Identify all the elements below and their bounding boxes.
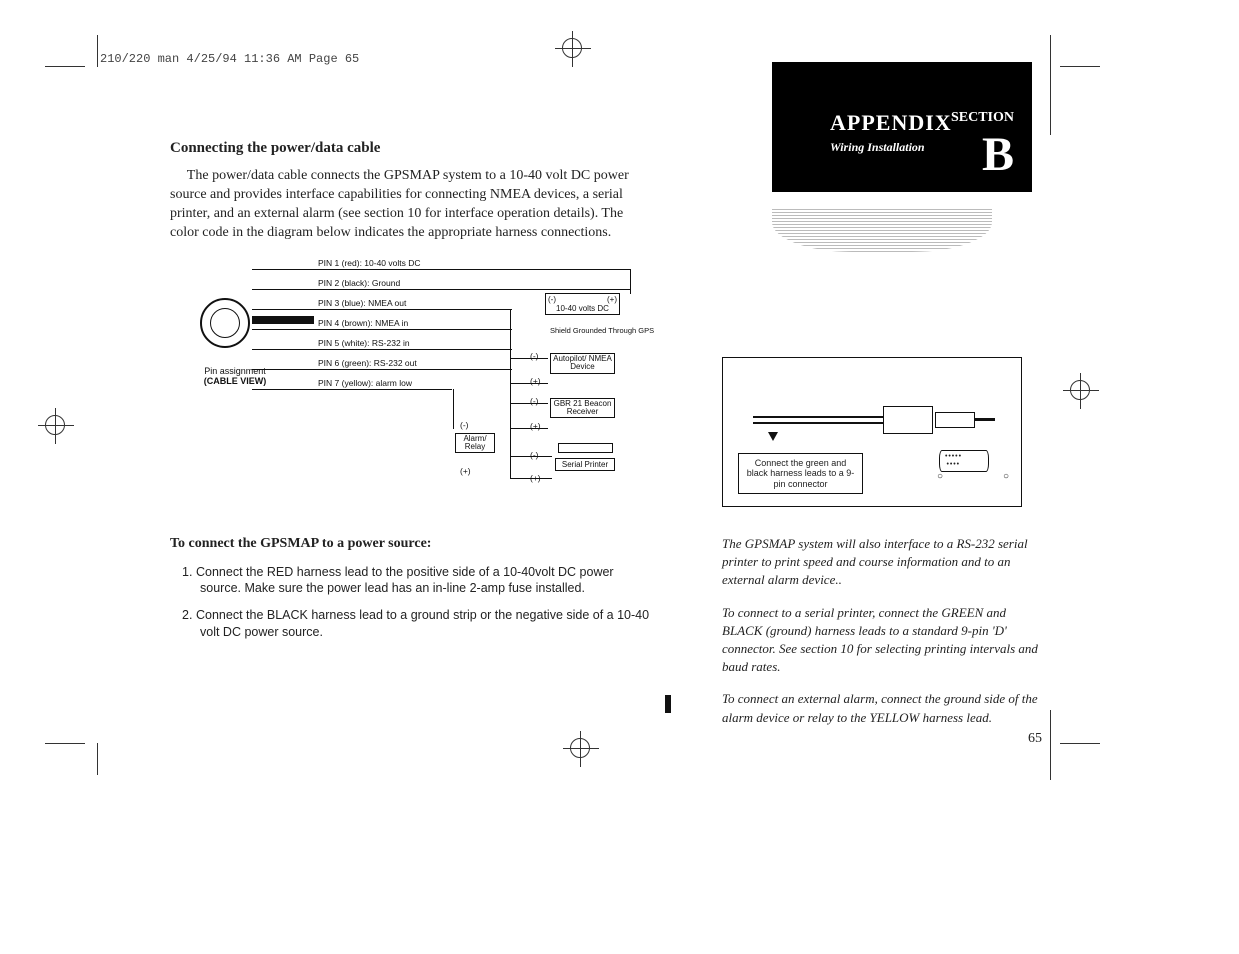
crop-mark <box>1050 710 1051 780</box>
crop-mark <box>1060 743 1100 744</box>
pin-1-label: PIN 1 (red): 10-40 volts DC <box>318 258 421 268</box>
polarity-plus: (+) <box>530 376 541 386</box>
section-letter: B <box>982 127 1014 182</box>
section-label: SECTION <box>951 110 1014 126</box>
right-body-text: The GPSMAP system will also interface to… <box>722 535 1042 727</box>
serial-printer-box: Serial Printer <box>555 458 615 471</box>
appendix-title: APPENDIX <box>830 110 952 136</box>
gutter-mark-icon <box>665 695 671 713</box>
right-paragraph: To connect to a serial printer, connect … <box>722 604 1042 677</box>
step-item: 2.Connect the BLACK harness lead to a gr… <box>200 607 650 641</box>
step-text: Connect the BLACK harness lead to a grou… <box>196 608 649 639</box>
db9-connector-icon: ○ ○ <box>937 460 1009 492</box>
autopilot-box: Autopilot/ NMEA Device <box>550 353 615 375</box>
pin-4-label: PIN 4 (brown): NMEA in <box>318 318 408 328</box>
connect-subheading: To connect the GPSMAP to a power source: <box>170 536 650 552</box>
cable-trunk <box>252 316 314 324</box>
section-heading: Connecting the power/data cable <box>170 140 650 157</box>
registration-mark-icon <box>1070 380 1090 400</box>
crop-mark <box>97 35 98 67</box>
cable-illustration <box>753 398 991 438</box>
polarity-minus: (-) <box>530 450 539 460</box>
step-item: 1.Connect the RED harness lead to the po… <box>200 564 650 598</box>
pin-5-label: PIN 5 (white): RS-232 in <box>318 338 410 348</box>
doc-header-info: 210/220 man 4/25/94 11:36 AM Page 65 <box>100 52 359 66</box>
appendix-subtitle: Wiring Installation <box>830 140 925 155</box>
page-number: 65 <box>1028 729 1042 749</box>
intro-paragraph: The power/data cable connects the GPSMAP… <box>170 167 650 243</box>
connector-icon <box>200 298 250 348</box>
printer-top-icon <box>558 443 613 453</box>
shield-note: Shield Grounded Through GPS <box>550 326 620 335</box>
right-paragraph: To connect an external alarm, connect th… <box>722 690 1042 726</box>
pin-2-label: PIN 2 (black): Ground <box>318 278 400 288</box>
right-column: APPENDIX Wiring Installation SECTION B C… <box>722 62 1042 741</box>
crop-mark <box>1060 66 1100 67</box>
connector-instruction-label: Connect the green and black harness lead… <box>738 453 863 494</box>
registration-mark-icon <box>570 738 600 768</box>
gbr-receiver-box: GBR 21 Beacon Receiver <box>550 398 615 419</box>
polarity-minus: (-) <box>530 396 539 406</box>
polarity-minus: (-) <box>460 420 469 430</box>
steps-list: 1.Connect the RED harness lead to the po… <box>170 564 650 642</box>
registration-mark-icon <box>45 415 65 435</box>
polarity-plus: (+) <box>460 466 471 476</box>
page-root: { "header": { "doc_info": "210/220 man 4… <box>0 0 1239 954</box>
pin-7-label: PIN 7 (yellow): alarm low <box>318 378 412 388</box>
alarm-relay-box: Alarm/ Relay <box>455 433 495 454</box>
polarity-minus: (-) <box>530 351 539 361</box>
appendix-banner: APPENDIX Wiring Installation SECTION B <box>772 62 1032 192</box>
right-paragraph: The GPSMAP system will also interface to… <box>722 535 1042 590</box>
pin-6-label: PIN 6 (green): RS-232 out <box>318 358 417 368</box>
registration-mark-icon <box>562 38 592 68</box>
crop-mark <box>97 743 98 775</box>
crop-mark <box>1050 35 1051 135</box>
plug-illustration <box>732 197 1032 267</box>
pin-3-label: PIN 3 (blue): NMEA out <box>318 298 406 308</box>
wiring-diagram: Pin assignment (CABLE VIEW) PIN 1 (red):… <box>170 258 640 518</box>
crop-mark <box>45 66 85 67</box>
crop-mark <box>45 743 85 744</box>
connector-diagram: Connect the green and black harness lead… <box>722 357 1022 507</box>
power-source-box: (-) (+) 10-40 volts DC <box>545 293 620 315</box>
step-text: Connect the RED harness lead to the posi… <box>196 565 614 596</box>
left-column: Connecting the power/data cable The powe… <box>170 140 650 651</box>
polarity-plus: (+) <box>530 421 541 431</box>
